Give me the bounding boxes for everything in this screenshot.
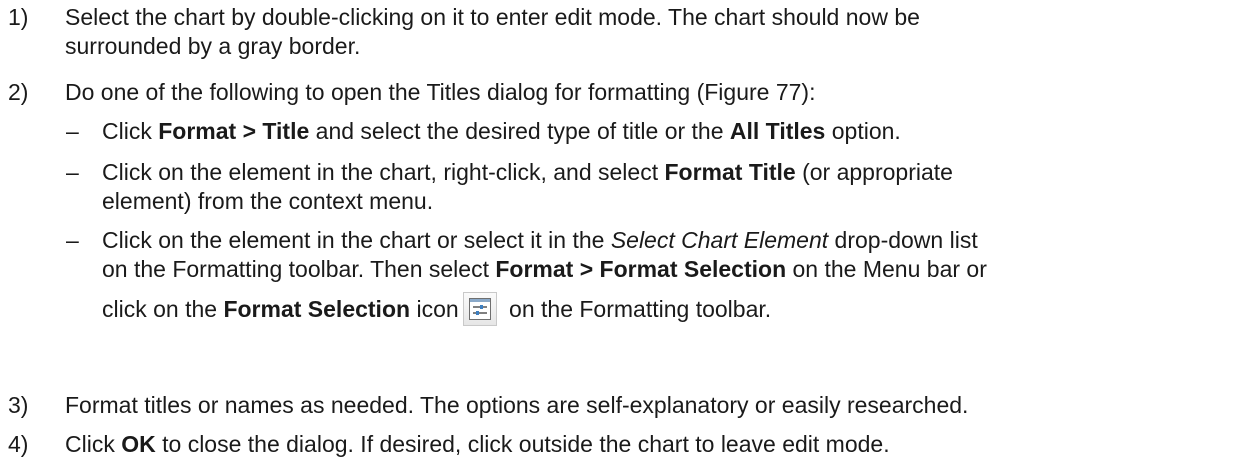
format-selection-icon bbox=[462, 292, 497, 326]
step-number: 3) bbox=[8, 392, 29, 418]
step-number: 2) bbox=[8, 79, 29, 105]
step-text: Do one of the following to open the Titl… bbox=[65, 79, 816, 105]
step-number: 4) bbox=[8, 431, 29, 457]
bullet-dash: – bbox=[66, 227, 79, 253]
step-text: Click OK to close the dialog. If desired… bbox=[65, 431, 890, 457]
step-text: Format titles or names as needed. The op… bbox=[65, 392, 969, 418]
bullet-text: Click Format > Title and select the desi… bbox=[102, 118, 901, 144]
step-text: Select the chart by double-clicking on i… bbox=[65, 4, 920, 59]
bullet-dash: – bbox=[66, 159, 79, 185]
bullet-text: Click on the element in the chart, right… bbox=[102, 159, 953, 214]
bullet-dash: – bbox=[66, 118, 79, 144]
step-number: 1) bbox=[8, 4, 29, 30]
document-page: 1) Select the chart by double-clicking o… bbox=[0, 0, 1255, 475]
bullet-text: Click on the element in the chart or sel… bbox=[102, 226, 1250, 326]
